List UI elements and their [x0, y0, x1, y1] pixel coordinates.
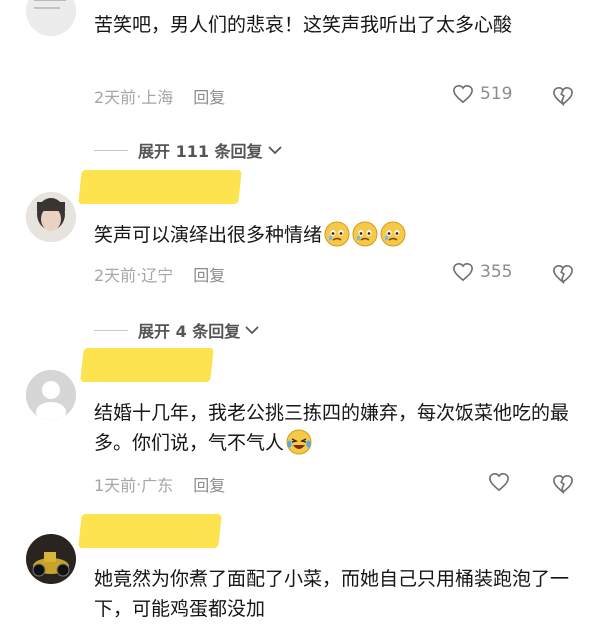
reply-button[interactable]: 回复: [193, 262, 225, 286]
comment-location: 上海: [141, 88, 174, 107]
like-button[interactable]: [488, 472, 510, 492]
chevron-down-icon: [245, 326, 259, 335]
avatar[interactable]: [26, 192, 76, 242]
expand-label: 展开 4 条回复: [138, 322, 241, 341]
comment-meta: 2天前 · 辽宁 回复: [94, 262, 225, 286]
avatar[interactable]: [26, 370, 76, 420]
divider: [94, 329, 128, 331]
redacted-username: [78, 170, 242, 204]
divider: [94, 149, 128, 151]
redacted-username: [78, 514, 222, 548]
like-count: 355: [480, 262, 513, 282]
redacted-username: [80, 348, 214, 382]
like-count: 519: [480, 84, 513, 104]
comment-time: 2天前: [94, 88, 137, 107]
expand-label: 展开 111 条回复: [138, 142, 263, 161]
heart-icon: [453, 262, 473, 282]
comment-time: 1天前: [94, 476, 137, 495]
comment-location: 广东: [141, 476, 174, 495]
avatar-image: [26, 192, 76, 242]
heart-icon: [453, 84, 473, 104]
comment-text-body: 结婚十几年，我老公挑三拣四的嫌弃，每次饭菜他吃的最多。你们说，气不气人: [94, 402, 570, 454]
laughing-tears-icon: [284, 429, 312, 455]
reply-button[interactable]: 回复: [193, 472, 225, 496]
broken-heart-icon[interactable]: [552, 264, 574, 284]
crying-face-icon: [322, 221, 350, 247]
comment-text: 结婚十几年，我老公挑三拣四的嫌弃，每次饭菜他吃的最多。你们说，气不气人: [94, 398, 574, 458]
comment-time: 2天前: [94, 266, 137, 285]
expand-replies-button[interactable]: 展开 111 条回复: [94, 138, 283, 162]
crying-face-icon: [350, 221, 378, 247]
avatar-image: [26, 534, 76, 584]
expand-replies-button[interactable]: 展开 4 条回复: [94, 318, 260, 342]
comment-text-body: 笑声可以演绎出很多种情绪: [94, 224, 323, 246]
heart-icon: [489, 472, 509, 492]
default-user-icon: [26, 370, 76, 420]
comment-meta: 1天前 · 广东 回复: [94, 472, 225, 496]
broken-heart-icon[interactable]: [552, 474, 574, 494]
comment-text: 苦笑吧，男人们的悲哀！这笑声我听出了太多心酸: [94, 14, 513, 36]
crying-face-icon: [378, 221, 406, 247]
avatar-image: [26, 0, 76, 36]
like-button[interactable]: 355: [452, 262, 512, 282]
comment-location: 辽宁: [141, 266, 174, 285]
comment-text: 她竟然为你煮了面配了小菜，而她自己只用桶装跑泡了一下，可能鸡蛋都没加: [94, 568, 570, 620]
comment-text: 笑声可以演绎出很多种情绪: [94, 220, 574, 250]
like-button[interactable]: 519: [452, 84, 512, 104]
chevron-down-icon: [267, 146, 282, 155]
avatar[interactable]: [26, 0, 76, 36]
avatar[interactable]: [26, 534, 76, 584]
broken-heart-icon[interactable]: [552, 86, 574, 106]
comment-meta: 2天前 · 上海 回复: [94, 84, 225, 108]
reply-button[interactable]: 回复: [193, 84, 225, 108]
